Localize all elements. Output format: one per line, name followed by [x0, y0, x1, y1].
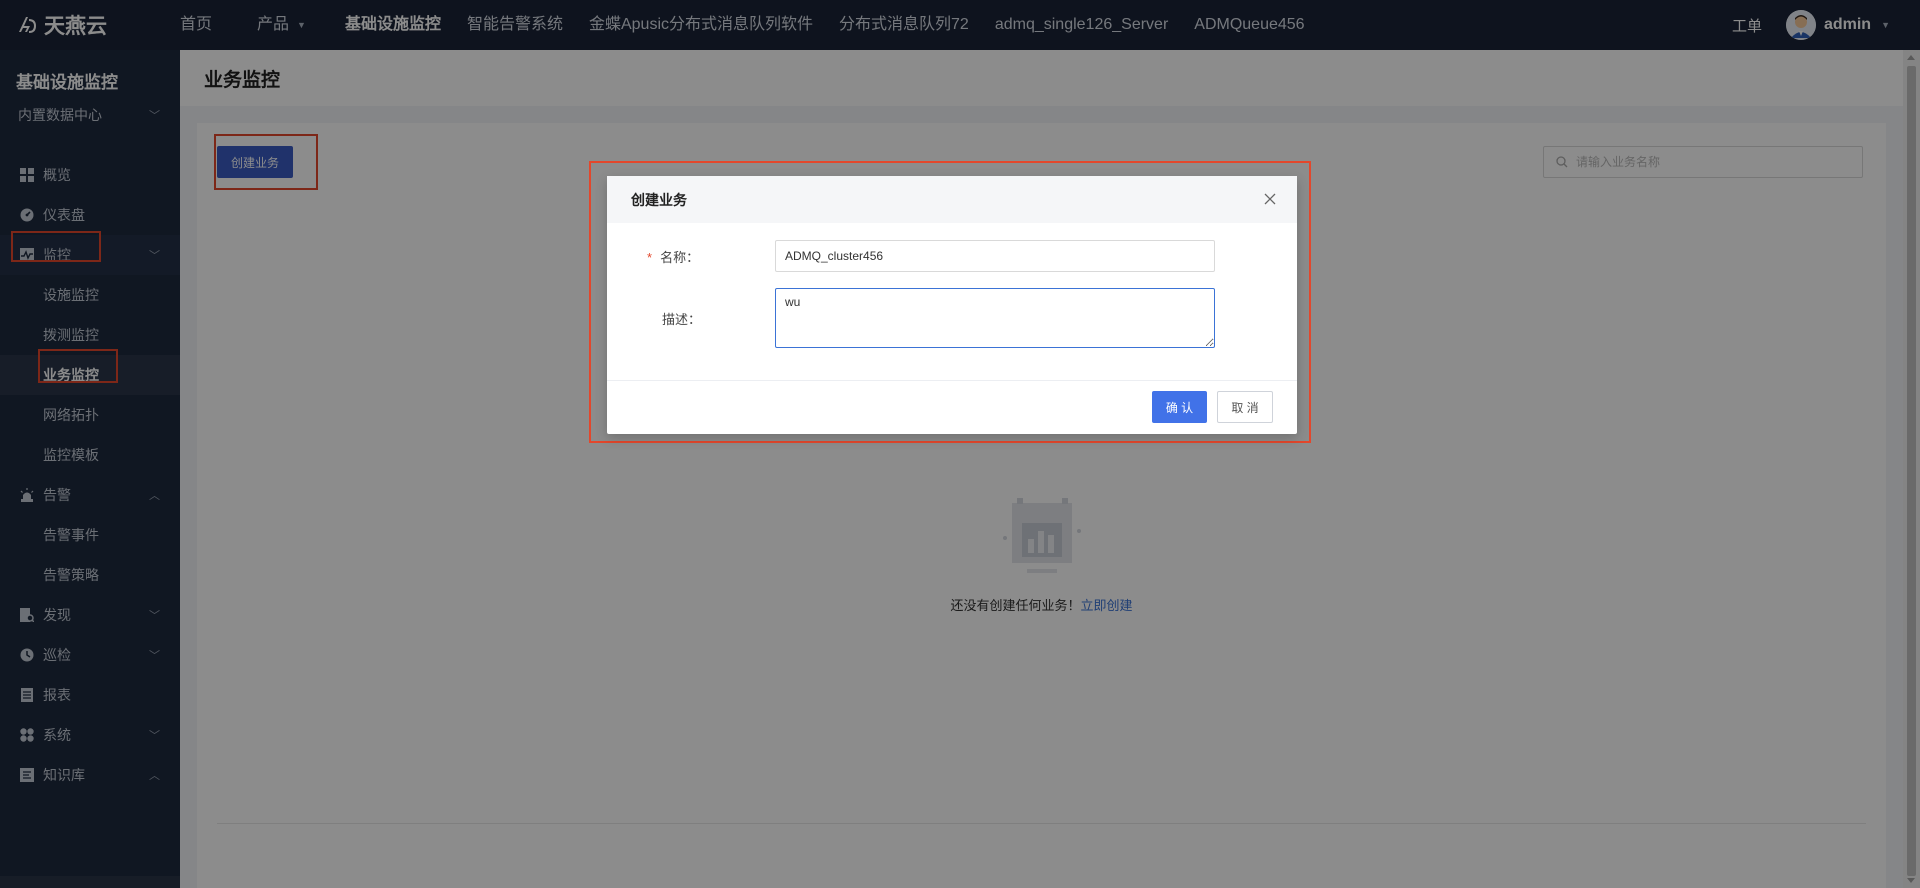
dialog-header: 创建业务 — [607, 176, 1297, 223]
name-label: * 名称： — [607, 247, 767, 266]
name-field[interactable] — [775, 240, 1215, 272]
cancel-button[interactable]: 取 消 — [1217, 391, 1273, 423]
description-field[interactable]: wu — [775, 288, 1215, 348]
confirm-button[interactable]: 确 认 — [1152, 391, 1207, 423]
dialog-title: 创建业务 — [631, 191, 687, 208]
name-label-text: 名称： — [660, 249, 700, 265]
create-business-dialog: 创建业务 * 名称： 描述： wu 确 认 取 消 — [607, 176, 1297, 434]
desc-row: 描述： — [607, 302, 767, 334]
required-asterisk: * — [647, 249, 653, 265]
dialog-footer-divider — [607, 380, 1297, 381]
desc-label: 描述： — [607, 309, 767, 328]
close-icon[interactable] — [1263, 192, 1277, 206]
name-row: * 名称： — [607, 240, 767, 272]
modal-mask[interactable] — [0, 0, 1920, 888]
desc-label-text: 描述： — [662, 311, 702, 327]
